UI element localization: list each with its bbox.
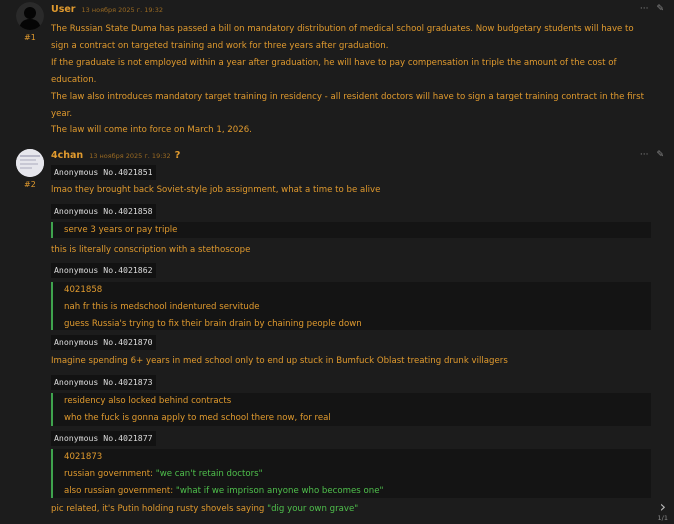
thumbnail-icon	[16, 149, 44, 177]
quote-line: russian government: "we can't retain doc…	[64, 466, 651, 483]
quote-prefix: russian government:	[64, 469, 156, 479]
user-silhouette-icon	[16, 2, 44, 30]
page-count: 1/1	[657, 514, 668, 522]
edit-icon[interactable]: ✎	[656, 4, 664, 14]
question-badge: ?	[174, 150, 181, 161]
greentext-quote: residency also locked behind contracts w…	[51, 393, 651, 426]
green-quote-text: "dig your own grave"	[267, 504, 359, 514]
reply-text: pic related, it's Putin holding rusty sh…	[51, 502, 647, 517]
post-paragraph: The law also introduces mandatory target…	[51, 92, 644, 119]
quote-ref-link[interactable]: 4021873	[64, 449, 651, 466]
chevron-right-icon[interactable]: ›	[658, 499, 668, 515]
final-text-prefix: pic related, it's Putin holding rusty sh…	[51, 504, 268, 514]
reply-text: this is literally conscription with a st…	[51, 245, 251, 255]
avatar-4chan[interactable]	[16, 149, 44, 177]
quote-line: serve 3 years or pay triple	[64, 225, 178, 235]
green-quote-text: "what if we imprison anyone who becomes …	[175, 486, 384, 496]
anon-id: Anonymous No.4021858	[51, 204, 156, 219]
post-timestamp[interactable]: 13 ноября 2025 г. 19:32	[82, 6, 163, 14]
quote-ref-link[interactable]: 4021858	[64, 282, 651, 299]
avatar-user[interactable]	[16, 2, 44, 30]
quote-line: guess Russia's trying to fix their brain…	[64, 319, 362, 329]
quote-line: nah fr this is medschool indentured serv…	[64, 302, 260, 312]
post-number[interactable]: #1	[24, 33, 36, 42]
post-number[interactable]: #2	[24, 180, 36, 189]
post-timestamp[interactable]: 13 ноября 2025 г. 19:32	[89, 152, 170, 160]
post-paragraph: The law will come into force on March 1,…	[51, 125, 252, 135]
post-paragraph: The Russian State Duma has passed a bill…	[51, 24, 634, 51]
quote-line: also russian government: "what if we imp…	[64, 483, 651, 500]
green-quote-text: "we can't retain doctors"	[155, 469, 263, 479]
anon-id: Anonymous No.4021877	[51, 431, 156, 446]
anon-id: Anonymous No.4021870	[51, 335, 156, 350]
anon-id: Anonymous No.4021851	[51, 165, 156, 180]
post-header: User 13 ноября 2025 г. 19:32	[51, 4, 163, 15]
post-paragraph: If the graduate is not employed within a…	[51, 58, 617, 85]
more-options-icon[interactable]: ···	[640, 4, 649, 14]
post-header: 4chan 13 ноября 2025 г. 19:32 ?	[51, 150, 180, 161]
author-name[interactable]: 4chan	[51, 150, 83, 161]
reply-text: Imagine spending 6+ years in med school …	[51, 356, 508, 366]
quote-line: who the fuck is gonna apply to med schoo…	[64, 413, 331, 423]
post-actions: ··· ✎	[640, 150, 664, 160]
reply-text: lmao they brought back Soviet-style job …	[51, 185, 381, 195]
edit-icon[interactable]: ✎	[656, 150, 664, 160]
anon-id: Anonymous No.4021862	[51, 263, 156, 278]
quote-line: residency also locked behind contracts	[64, 396, 232, 406]
greentext-quote: serve 3 years or pay triple	[51, 222, 651, 238]
greentext-quote: 4021858 nah fr this is medschool indentu…	[51, 282, 651, 330]
anon-id: Anonymous No.4021873	[51, 375, 156, 390]
author-name[interactable]: User	[51, 4, 76, 15]
pagination: › 1/1	[657, 499, 668, 523]
post-actions: ··· ✎	[640, 4, 664, 14]
more-options-icon[interactable]: ···	[640, 150, 649, 160]
quote-prefix: also russian government:	[64, 486, 176, 496]
greentext-quote: 4021873 russian government: "we can't re…	[51, 449, 651, 498]
